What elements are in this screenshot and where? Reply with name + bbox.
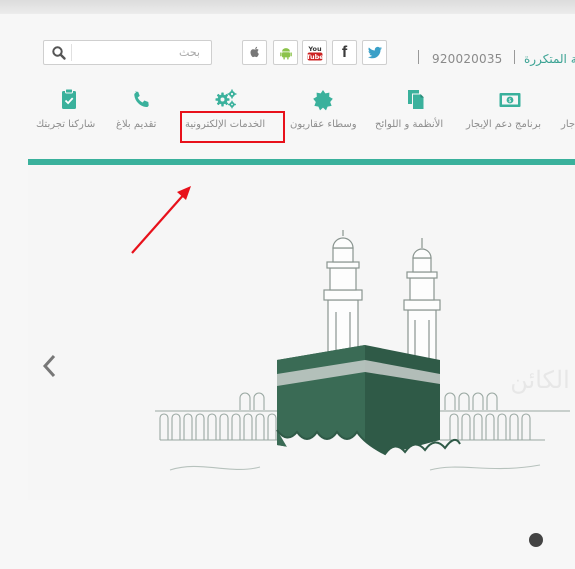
minaret-left <box>323 230 363 361</box>
kaaba <box>276 345 461 464</box>
minaret-right <box>403 238 441 371</box>
svg-text:الكائن: الكائن <box>510 366 570 394</box>
kaaba-illustration: الكائن <box>131 186 570 471</box>
annotation-arrow <box>131 186 191 254</box>
page: You Tube f 920020035 الأسئلة المتكررة <box>0 0 575 569</box>
chevron-left-icon[interactable] <box>40 352 60 380</box>
carousel-dot[interactable] <box>529 533 543 547</box>
watermark-text: الكائن <box>510 366 570 394</box>
